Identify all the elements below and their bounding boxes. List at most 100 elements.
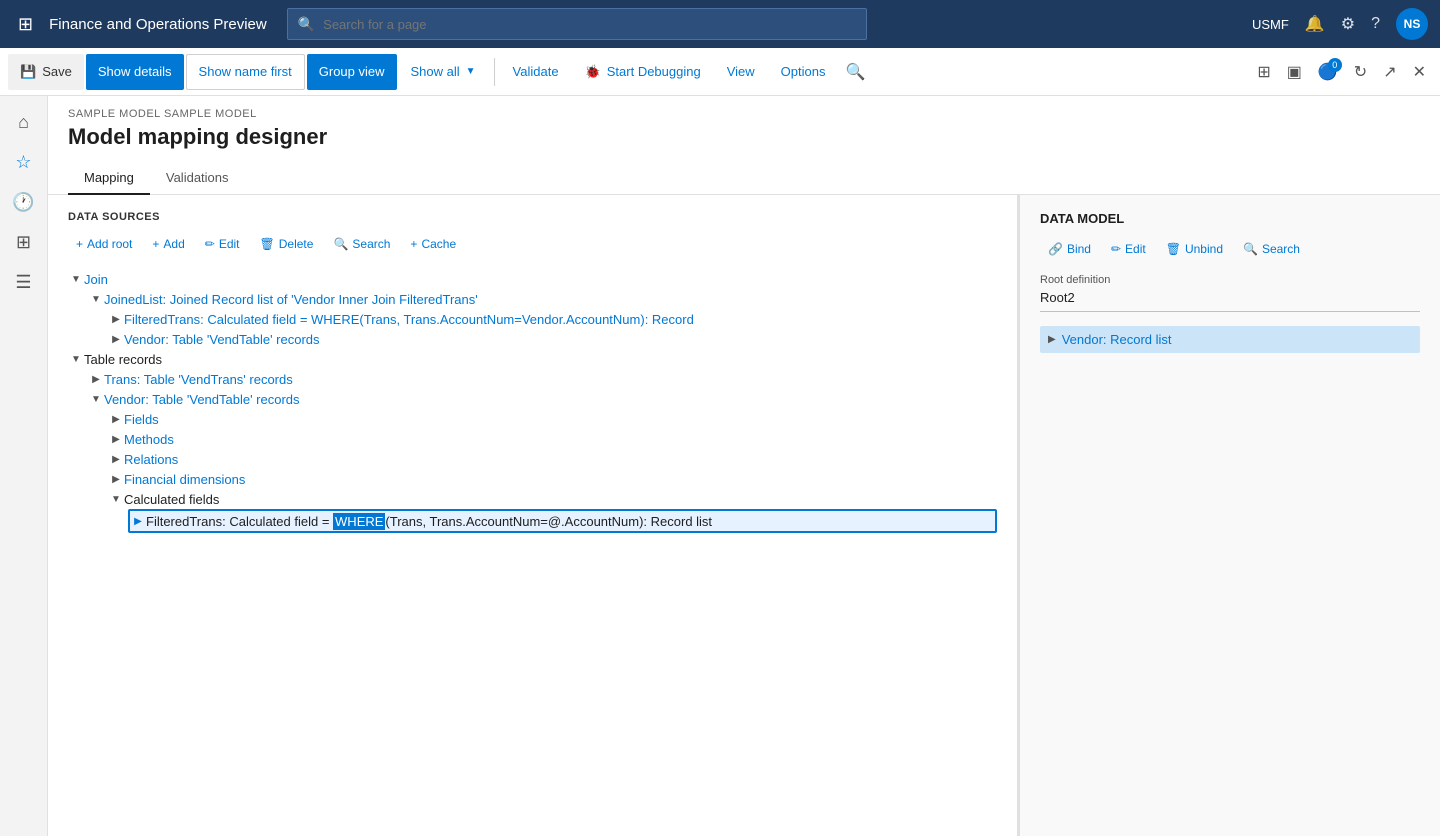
show-name-first-button[interactable]: Show name first xyxy=(186,54,305,90)
toggle-relations[interactable]: ▶ xyxy=(108,451,124,467)
toggle-fields[interactable]: ▶ xyxy=(108,411,124,427)
edit-button[interactable]: ✏ Edit xyxy=(197,233,248,255)
tree-item-calcfields[interactable]: ▼ Calculated fields xyxy=(108,489,997,509)
tree-item-joinedlist[interactable]: ▼ JoinedList: Joined Record list of 'Ven… xyxy=(88,289,997,309)
page-title: Model mapping designer xyxy=(48,120,1440,162)
bind-icon: 🔗 xyxy=(1048,242,1063,256)
tree-item-tablerecords[interactable]: ▼ Table records xyxy=(68,349,997,369)
nav-modules-icon[interactable]: ☰ xyxy=(6,264,42,300)
save-button[interactable]: 💾 Save xyxy=(8,54,84,90)
toggle-joinedlist[interactable]: ▼ xyxy=(88,291,104,307)
nav-home-icon[interactable]: ⌂ xyxy=(6,104,42,140)
toggle-findims[interactable]: ▶ xyxy=(108,471,124,487)
toggle-trans[interactable]: ▶ xyxy=(88,371,104,387)
panel-toolbar: + Add root + Add ✏ Edit 🗑 Delete xyxy=(68,233,997,255)
add-root-button[interactable]: + Add root xyxy=(68,233,140,255)
tablerecords-label: Table records xyxy=(84,352,162,367)
toggle-vendor1[interactable]: ▶ xyxy=(108,331,124,347)
toggle-ft2[interactable]: ▶ xyxy=(130,513,146,529)
tree-item-vendor1[interactable]: ▶ Vendor: Table 'VendTable' records xyxy=(108,329,997,349)
data-sources-tree: ▼ Join ▼ JoinedList: Joined Record list … xyxy=(68,269,997,533)
toggle-ft1[interactable]: ▶ xyxy=(108,311,124,327)
unbind-button[interactable]: 🗑 Unbind xyxy=(1158,238,1231,260)
avatar[interactable]: NS xyxy=(1396,8,1428,40)
dm-edit-button[interactable]: ✏ Edit xyxy=(1103,238,1154,260)
dm-toolbar: 🔗 Bind ✏ Edit 🗑 Unbind 🔍 Search xyxy=(1040,238,1420,260)
dm-search-button[interactable]: 🔍 Search xyxy=(1235,238,1308,260)
layout-icon[interactable]: ⊞ xyxy=(1251,56,1276,88)
nav-workspaces-icon[interactable]: ⊞ xyxy=(6,224,42,260)
help-icon[interactable]: ? xyxy=(1371,15,1380,33)
toggle-methods[interactable]: ▶ xyxy=(108,431,124,447)
root-def-value: Root2 xyxy=(1040,290,1420,312)
add-root-icon: + xyxy=(76,237,83,251)
search-icon: 🔍 xyxy=(333,237,348,251)
unbind-icon: 🗑 xyxy=(1166,242,1181,256)
refresh-icon[interactable]: ↻ xyxy=(1348,56,1373,88)
bell-icon[interactable]: 🔔 xyxy=(1305,14,1325,34)
validate-button[interactable]: Validate xyxy=(501,54,571,90)
toolbar: 💾 Save Show details Show name first Grou… xyxy=(0,48,1440,96)
ft1-label: FilteredTrans: Calculated field = WHERE(… xyxy=(124,312,694,327)
close-icon[interactable]: ✕ xyxy=(1407,56,1432,88)
data-model-title: DATA MODEL xyxy=(1040,211,1420,226)
grid-icon[interactable]: ⊞ xyxy=(12,8,39,41)
add-button[interactable]: + Add xyxy=(144,233,192,255)
relations-label: Relations xyxy=(124,452,178,467)
edit-icon: ✏ xyxy=(205,237,215,251)
bind-button[interactable]: 🔗 Bind xyxy=(1040,238,1099,260)
trans-label: Trans: Table 'VendTrans' records xyxy=(104,372,293,387)
search-bar[interactable]: 🔍 xyxy=(287,8,867,40)
badge-icon[interactable]: 🔵0 xyxy=(1312,56,1344,88)
search-input[interactable] xyxy=(323,17,856,32)
tab-mapping[interactable]: Mapping xyxy=(68,162,150,195)
breadcrumb: SAMPLE MODEL SAMPLE MODEL xyxy=(48,96,1440,120)
body-layout: ⌂ ☆ 🕐 ⊞ ☰ SAMPLE MODEL SAMPLE MODEL Mode… xyxy=(0,96,1440,836)
dm-search-icon: 🔍 xyxy=(1243,242,1258,256)
panels: DATA SOURCES + Add root + Add ✏ Edit xyxy=(48,195,1440,836)
dm-toggle-vendor[interactable]: ▶ xyxy=(1048,334,1056,345)
main-content: SAMPLE MODEL SAMPLE MODEL Model mapping … xyxy=(48,96,1440,836)
delete-button[interactable]: 🗑 Delete xyxy=(252,233,322,255)
add-icon: + xyxy=(152,237,159,251)
toggle-join[interactable]: ▼ xyxy=(68,271,84,287)
toggle-tablerecords[interactable]: ▼ xyxy=(68,351,84,367)
view-button[interactable]: View xyxy=(715,54,767,90)
nav-recent-icon[interactable]: 🕐 xyxy=(6,184,42,220)
search-button[interactable]: 🔍 Search xyxy=(325,233,398,255)
tree-item-vendor2[interactable]: ▼ Vendor: Table 'VendTable' records xyxy=(88,389,997,409)
tree-item-findims[interactable]: ▶ Financial dimensions xyxy=(108,469,997,489)
fields-label: Fields xyxy=(124,412,159,427)
tree-item-trans[interactable]: ▶ Trans: Table 'VendTrans' records xyxy=(88,369,997,389)
dropdown-icon: ▼ xyxy=(466,66,476,77)
toggle-vendor2[interactable]: ▼ xyxy=(88,391,104,407)
dm-tree-item-vendor[interactable]: ▶ Vendor: Record list xyxy=(1040,326,1420,353)
start-debugging-button[interactable]: 🐞 Start Debugging xyxy=(573,54,713,90)
options-button[interactable]: Options xyxy=(769,54,838,90)
joinedlist-label: JoinedList: Joined Record list of 'Vendo… xyxy=(104,292,478,307)
findims-label: Financial dimensions xyxy=(124,472,245,487)
tree-item-fields[interactable]: ▶ Fields xyxy=(108,409,997,429)
tree-item-filteredtrans1[interactable]: ▶ FilteredTrans: Calculated field = WHER… xyxy=(108,309,997,329)
tree-item-relations[interactable]: ▶ Relations xyxy=(108,449,997,469)
cache-button[interactable]: + Cache xyxy=(402,233,464,255)
tree-item-methods[interactable]: ▶ Methods xyxy=(108,429,997,449)
tree-item-filteredtrans2[interactable]: ▶ FilteredTrans: Calculated field = WHER… xyxy=(128,509,997,533)
show-all-button[interactable]: Show all ▼ xyxy=(399,54,488,90)
dm-vendor-label: Vendor: Record list xyxy=(1062,332,1172,347)
dm-edit-icon: ✏ xyxy=(1111,242,1121,256)
external-link-icon[interactable]: ↗ xyxy=(1377,56,1402,88)
cache-icon: + xyxy=(410,237,417,251)
settings-icon[interactable]: ⚙ xyxy=(1341,14,1355,34)
search-toolbar-icon[interactable]: 🔍 xyxy=(839,56,871,88)
toggle-calcfields[interactable]: ▼ xyxy=(108,491,124,507)
search-icon: 🔍 xyxy=(298,16,315,33)
tree-item-join[interactable]: ▼ Join xyxy=(68,269,997,289)
tabs: Mapping Validations xyxy=(48,162,1440,195)
group-view-button[interactable]: Group view xyxy=(307,54,397,90)
org-label: USMF xyxy=(1252,17,1289,32)
tab-validations[interactable]: Validations xyxy=(150,162,245,195)
show-details-button[interactable]: Show details xyxy=(86,54,184,90)
panel-icon[interactable]: ▣ xyxy=(1281,56,1308,88)
nav-star-icon[interactable]: ☆ xyxy=(6,144,42,180)
